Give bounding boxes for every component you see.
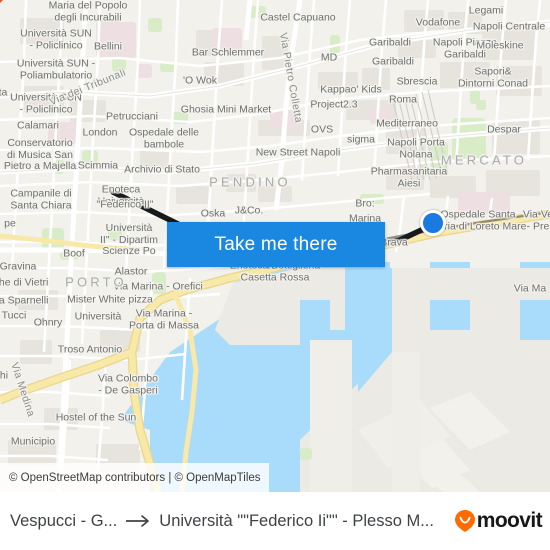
route-destination-label: Università ""Federico Ii"" - Plesso M... (159, 511, 434, 530)
water-notch-b (430, 300, 470, 330)
moovit-logo[interactable]: moovit (454, 509, 543, 533)
pier-strip (310, 340, 352, 492)
destination-dot[interactable] (420, 210, 446, 236)
take-me-there-button[interactable]: Take me there (167, 222, 385, 267)
route-origin-label: Vespucci - G... (10, 511, 118, 530)
map-canvas[interactable]: Maria del Popolo degli Incurabili Univers… (0, 0, 550, 492)
moovit-map-screen: Maria del Popolo degli Incurabili Univers… (0, 0, 550, 550)
water-notch-d (200, 360, 260, 430)
pier-strip-2 (392, 352, 420, 492)
moovit-wordmark: moovit (476, 509, 543, 532)
route-summary-bar: Vespucci - G... Università ""Federico Ii… (0, 492, 550, 550)
map-attribution[interactable]: © OpenStreetMap contributors | © OpenMap… (0, 463, 269, 492)
arrow-right-icon (125, 514, 151, 528)
origin-pin[interactable] (0, 0, 17, 4)
water-notch-c (520, 300, 550, 340)
moovit-pin-icon (454, 510, 475, 532)
